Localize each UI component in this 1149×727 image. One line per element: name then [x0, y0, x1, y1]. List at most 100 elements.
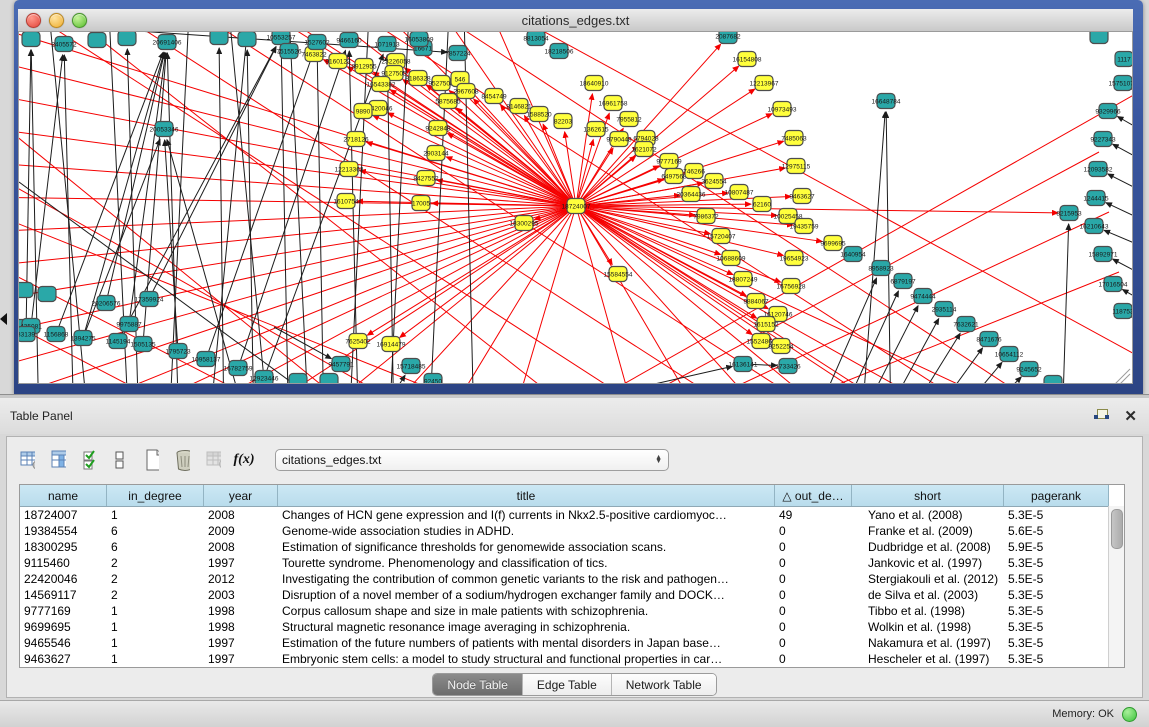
graph-node[interactable]: 8186328 — [405, 71, 431, 86]
new-file-button[interactable] — [137, 446, 165, 474]
graph-node[interactable]: 9790448 — [606, 132, 632, 147]
graph-node[interactable] — [88, 33, 106, 48]
graph-node[interactable]: 8454749 — [481, 89, 507, 104]
graph-node[interactable]: 7857224 — [445, 46, 471, 61]
scrollbar-thumb[interactable] — [1111, 509, 1123, 549]
delete-rows-trash-button[interactable] — [168, 446, 196, 474]
graph-node[interactable]: 12975115 — [782, 159, 811, 174]
graph-node[interactable]: 9463627 — [789, 189, 815, 204]
table-row[interactable]: 1938455462009Genome-wide association stu… — [20, 523, 1124, 539]
graph-node[interactable]: 16136141 — [729, 357, 758, 372]
table-row[interactable]: 946362711997Embryonic stem cells: a mode… — [20, 651, 1124, 667]
table-row[interactable]: 2242004622012Investigating the contribut… — [20, 571, 1124, 587]
graph-node[interactable]: 2903144 — [423, 146, 449, 161]
column-header-out_de[interactable]: △ out_de… — [775, 485, 852, 506]
graph-node[interactable]: 9227343 — [1090, 132, 1116, 147]
graph-node[interactable]: 9245652 — [1016, 362, 1042, 377]
graph-node[interactable]: 7955812 — [616, 112, 642, 127]
memory-ok-indicator-icon[interactable] — [1122, 707, 1137, 722]
graph-node[interactable]: 1615152 — [753, 317, 779, 332]
graph-node[interactable]: 20364436 — [677, 187, 706, 202]
graph-node[interactable]: 1588520 — [526, 107, 552, 122]
graph-node[interactable]: 6879197 — [890, 274, 916, 289]
graph-node[interactable]: 10688609 — [717, 251, 746, 266]
table-settings-button[interactable] — [13, 446, 41, 474]
column-header-pagerank[interactable]: pagerank — [1004, 485, 1109, 506]
graph-node[interactable]: 20206576 — [92, 296, 121, 311]
graph-node[interactable] — [1090, 32, 1108, 44]
graph-node[interactable]: 1156868 — [44, 327, 69, 342]
table-row[interactable]: 1456911722003Disruption of a novel membe… — [20, 587, 1124, 603]
graph-node[interactable]: 118753 — [1112, 304, 1133, 319]
graph-node[interactable]: 1610754 — [333, 194, 359, 209]
tab-node-table[interactable]: Node Table — [433, 674, 523, 695]
graph-node[interactable] — [19, 283, 33, 298]
tab-network-table[interactable]: Network Table — [612, 674, 716, 695]
graph-node[interactable]: 1394275 — [70, 331, 96, 346]
graph-node[interactable]: 16914479 — [377, 337, 406, 352]
graph-node[interactable]: 62160 — [753, 197, 771, 212]
graph-node[interactable]: 16648784 — [872, 94, 901, 109]
graph-node[interactable]: 9474444 — [910, 289, 936, 304]
graph-node[interactable]: 8958923 — [868, 261, 894, 276]
graph-node[interactable]: 7625402 — [345, 334, 371, 349]
column-header-in_degree[interactable]: in_degree — [107, 485, 204, 506]
graph-node[interactable]: 17005 — [412, 196, 430, 211]
network-canvas[interactable]: 1872400718300295746382291601238912955232… — [18, 31, 1133, 384]
graph-node[interactable]: 18640910 — [580, 76, 609, 91]
table-row[interactable]: 1872400712008Changes of HCN gene express… — [20, 507, 1124, 523]
graph-node[interactable]: 7986372 — [693, 209, 719, 224]
panel-collapse-arrow-icon[interactable] — [0, 313, 7, 325]
graph-node[interactable] — [320, 374, 338, 385]
graph-node[interactable] — [22, 32, 40, 47]
window-titlebar[interactable]: citations_edges.txt — [18, 9, 1133, 32]
graph-node[interactable]: 10654112 — [995, 347, 1024, 362]
delete-table-button[interactable] — [199, 446, 227, 474]
column-header-title[interactable]: title — [278, 485, 775, 506]
graph-node[interactable]: 8912955 — [351, 59, 377, 74]
graph-node[interactable]: 12923446 — [250, 371, 279, 385]
tab-edge-table[interactable]: Edge Table — [523, 674, 612, 695]
graph-node[interactable]: 1795723 — [165, 344, 191, 359]
graph-node[interactable]: 92450 — [424, 374, 442, 385]
graph-node[interactable] — [238, 32, 256, 47]
graph-node[interactable]: 9884067 — [743, 294, 769, 309]
table-row[interactable]: 969969511998Structural magnetic resonanc… — [20, 619, 1124, 635]
graph-node[interactable]: 746266 — [683, 164, 705, 179]
graph-node[interactable]: 5875685 — [435, 94, 461, 109]
graph-node[interactable]: 9699695 — [820, 236, 846, 251]
graph-node[interactable]: 1117 — [1115, 52, 1133, 67]
graph-node[interactable]: 16154808 — [733, 52, 762, 67]
graph-node[interactable]: 1640954 — [840, 247, 866, 262]
graph-node[interactable]: 82203 — [554, 114, 572, 129]
table-vertical-scrollbar[interactable] — [1108, 506, 1124, 667]
graph-node[interactable]: 10553257 — [267, 32, 296, 45]
graph-node[interactable]: 17359924 — [135, 292, 164, 307]
graph-node[interactable]: 12213967 — [750, 76, 779, 91]
graph-node[interactable]: 1071913 — [374, 37, 400, 52]
graph-node[interactable]: 9457791 — [328, 357, 354, 372]
graph-node[interactable]: 2718126 — [343, 132, 369, 147]
close-panel-icon[interactable]: ✕ — [1124, 409, 1137, 424]
graph-node[interactable]: 15584554 — [604, 267, 633, 282]
graph-node[interactable] — [38, 287, 56, 302]
graph-node[interactable]: 20691406 — [153, 35, 182, 50]
select-rows-button[interactable] — [75, 446, 103, 474]
graph-node[interactable]: 1362615 — [583, 122, 609, 137]
graph-node[interactable]: 20053346 — [150, 122, 179, 137]
graph-node[interactable]: 1145194 — [106, 334, 131, 349]
graph-node[interactable]: 1527602 — [304, 35, 330, 50]
graph-node[interactable]: 9527508 — [428, 76, 454, 91]
graph-node[interactable]: 8427552 — [413, 171, 439, 186]
graph-node[interactable]: 7515526 — [276, 44, 302, 59]
graph-node[interactable]: 9252254 — [768, 339, 794, 354]
graph-node[interactable]: 9242848 — [425, 121, 451, 136]
graph-node[interactable]: 9890 — [354, 104, 372, 119]
graph-node[interactable] — [210, 32, 228, 45]
graph-node[interactable]: 3624554 — [701, 174, 727, 189]
graph-node[interactable]: 9777169 — [656, 154, 682, 169]
graph-node[interactable]: 9466160 — [336, 33, 362, 48]
graph-node[interactable]: 16782759 — [224, 361, 253, 376]
graph-node[interactable]: 1505135 — [130, 337, 156, 352]
table-selector-dropdown[interactable]: citations_edges.txt ▲▼ — [275, 449, 669, 471]
